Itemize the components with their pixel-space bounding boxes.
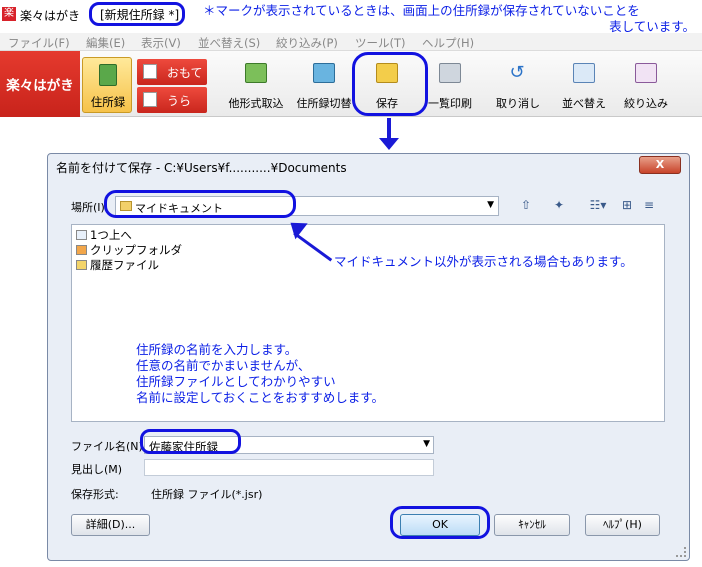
menu-edit[interactable]: 編集(E) (86, 35, 125, 51)
menu-tools[interactable]: ツール(T) (355, 35, 406, 51)
ribbon-toolbar: 楽々はがき 住所録 おもて うら 他形式取込 住所録切替 保存 一覧印刷 ↺ 取… (0, 51, 702, 117)
unsaved-note: ＊マークが表示されているときは、画面上の住所録が保存されていないことを 表してい… (203, 3, 699, 35)
name-note-line: 任意の名前でかまいませんが、 (136, 358, 311, 373)
format-label: 保存形式: (71, 488, 119, 501)
dialog-title: 名前を付けて保存 - C:¥Users¥f...........¥Documen… (56, 161, 347, 175)
menu-bar: ファイル(F) 編集(E) 表示(V) 並べ替え(S) 絞り込み(P) ツール(… (0, 33, 702, 51)
front-side-label: おもて (167, 66, 203, 80)
filter-label: 絞り込み (624, 97, 668, 110)
up-folder-icon[interactable]: ⇧ (518, 197, 534, 213)
address-book-label: 住所録 (90, 95, 126, 109)
filename-label: ファイル名(N) (71, 440, 143, 453)
menu-sort[interactable]: 並べ替え(S) (198, 35, 260, 51)
list-item-label: 履歴ファイル (90, 258, 159, 272)
back-side-button[interactable]: うら (137, 87, 207, 113)
help-button[interactable]: ﾍﾙﾌﾟ(H) (585, 514, 660, 536)
brand-logo: 楽々はがき (0, 51, 80, 117)
switch-address-book-button[interactable]: 住所録切替 (294, 51, 354, 117)
import-button[interactable]: 他形式取込 (226, 51, 286, 117)
printer-icon (439, 63, 461, 83)
clip-folder-icon (76, 245, 87, 255)
unsaved-note-line1: ＊マークが表示されているときは、画面上の住所録が保存されていないことを (203, 3, 640, 18)
undo-button[interactable]: ↺ 取り消し (490, 51, 546, 117)
location-note: マイドキュメント以外が表示される場合もあります。 (334, 254, 633, 269)
sort-label: 並べ替え (562, 97, 606, 110)
import-icon (245, 63, 267, 83)
menu-help[interactable]: ヘルプ(H) (422, 35, 474, 51)
format-value: 住所録 ファイル(*.jsr) (151, 488, 263, 501)
resize-grip-icon[interactable] (676, 547, 686, 557)
front-card-icon (143, 64, 157, 79)
sort-button[interactable]: 並べ替え (556, 51, 612, 117)
name-note-line: 住所録ファイルとしてわかりやすい (136, 374, 336, 389)
doc-title-highlight (89, 2, 185, 26)
chevron-down-icon[interactable]: ▼ (423, 439, 430, 449)
history-folder-icon (76, 260, 87, 270)
heading-input[interactable] (144, 459, 434, 476)
location-highlight (104, 190, 296, 218)
new-folder-icon[interactable]: ✦ (551, 197, 567, 213)
filter-icon (635, 63, 657, 83)
undo-label: 取り消し (496, 97, 540, 110)
app-name: 楽々はがき (20, 9, 81, 23)
ok-button-highlight (390, 506, 490, 539)
app-logo-icon: 楽 (2, 7, 16, 21)
name-note: 住所録の名前を入力します。 任意の名前でかまいませんが、 住所録ファイルとしてわ… (136, 342, 384, 406)
sort-icon (573, 63, 595, 83)
undo-icon: ↺ (509, 62, 525, 83)
filename-highlight (140, 429, 241, 454)
cancel-button[interactable]: ｷｬﾝｾﾙ (494, 514, 570, 536)
list-item[interactable]: 履歴ファイル (76, 257, 159, 273)
switch-label: 住所録切替 (296, 97, 352, 110)
down-arrow-shaft (387, 118, 391, 140)
list-item-label: クリップフォルダ (90, 243, 182, 257)
list-item[interactable]: クリップフォルダ (76, 242, 182, 258)
address-book-button[interactable]: 住所録 (82, 57, 132, 113)
switch-icon (313, 63, 335, 83)
list-item[interactable]: 1つ上へ (76, 227, 132, 243)
print-list-label: 一覧印刷 (428, 97, 472, 110)
save-button-highlight (352, 52, 428, 116)
list-item-label: 1つ上へ (90, 228, 132, 242)
up-level-icon (76, 230, 87, 240)
print-list-button[interactable]: 一覧印刷 (420, 51, 480, 117)
import-label: 他形式取込 (228, 97, 284, 110)
details-button[interactable]: 詳細(D)... (71, 514, 150, 536)
details-view-icon[interactable]: ≡ (641, 197, 657, 213)
view-menu-icon[interactable]: ☷▾ (585, 197, 611, 213)
name-note-line: 住所録の名前を入力します。 (136, 342, 298, 357)
heading-label: 見出し(M) (71, 463, 123, 476)
location-label: 場所(I) (71, 201, 105, 214)
close-button[interactable]: X (639, 156, 681, 174)
down-arrow-icon (379, 138, 399, 150)
back-side-label: うら (167, 94, 192, 108)
address-book-icon (99, 64, 117, 86)
chevron-down-icon[interactable]: ▼ (487, 200, 494, 210)
filter-button[interactable]: 絞り込み (618, 51, 674, 117)
tree-view-icon[interactable]: ⊞ (619, 197, 635, 213)
menu-file[interactable]: ファイル(F) (8, 35, 70, 51)
back-card-icon (143, 92, 157, 107)
menu-view[interactable]: 表示(V) (141, 35, 181, 51)
menu-filter[interactable]: 絞り込み(P) (276, 35, 338, 51)
front-side-button[interactable]: おもて (137, 59, 207, 85)
name-note-line: 名前に設定しておくことをおすすめします。 (136, 390, 385, 405)
